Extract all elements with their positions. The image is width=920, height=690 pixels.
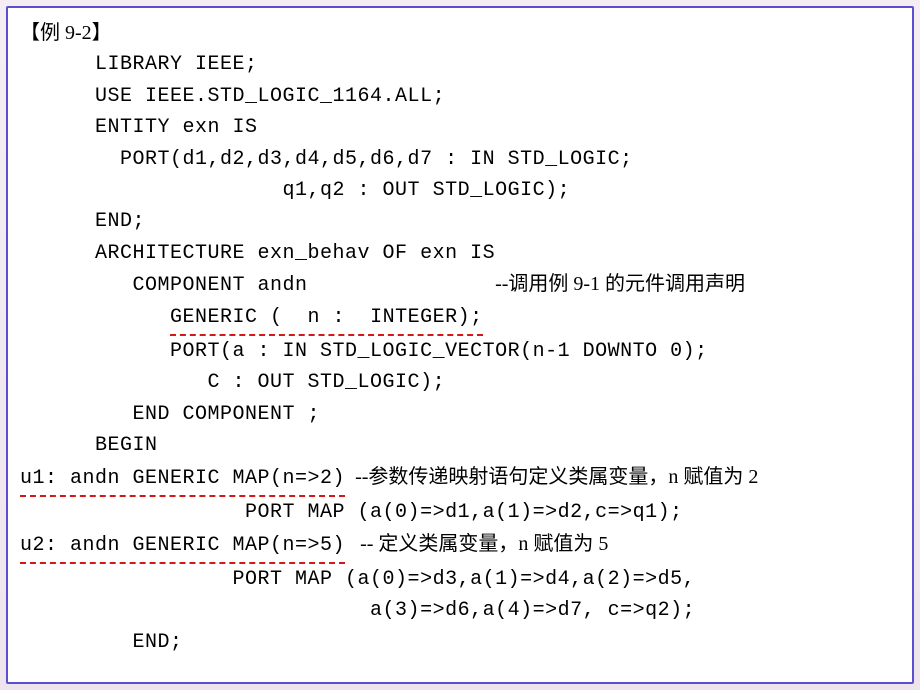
code-line-17: PORT MAP (a(0)=>d3,a(1)=>d4,a(2)=>d5,: [20, 564, 900, 595]
code-line-4: PORT(d1,d2,d3,d4,d5,d6,d7 : IN STD_LOGIC…: [20, 144, 900, 175]
page: 【例 9-2】 LIBRARY IEEE; USE IEEE.STD_LOGIC…: [0, 0, 920, 690]
code-line-13: BEGIN: [20, 430, 900, 461]
generic-decl-underlined: GENERIC ( n : INTEGER);: [170, 302, 483, 336]
code-line-12: END COMPONENT ;: [20, 399, 900, 430]
sheet: 【例 9-2】 LIBRARY IEEE; USE IEEE.STD_LOGIC…: [6, 6, 914, 684]
code-line-6: END;: [20, 206, 900, 237]
code-line-11: C : OUT STD_LOGIC);: [20, 367, 900, 398]
code-line-15: PORT MAP (a(0)=>d1,a(1)=>d2,c=>q1);: [20, 497, 900, 528]
code-line-5: q1,q2 : OUT STD_LOGIC);: [20, 175, 900, 206]
code-line-10: PORT(a : IN STD_LOGIC_VECTOR(n-1 DOWNTO …: [20, 336, 900, 367]
code-line-18: a(3)=>d6,a(4)=>d7, c=>q2);: [20, 595, 900, 626]
example-title: 【例 9-2】: [20, 22, 112, 44]
comment-cn: -- 定义类属变量，n 赋值为 5: [345, 529, 608, 560]
code-line-14: u1: andn GENERIC MAP(n=>2) --参数传递映射语句定义类…: [20, 462, 900, 497]
code-line-16: u2: andn GENERIC MAP(n=>5) -- 定义类属变量，n 赋…: [20, 529, 900, 564]
code-line-1: LIBRARY IEEE;: [20, 49, 900, 80]
u1-generic-map-underlined: u1: andn GENERIC MAP(n=>2): [20, 463, 345, 497]
code-line-2: USE IEEE.STD_LOGIC_1164.ALL;: [20, 81, 900, 112]
code-line-19: END;: [20, 627, 900, 658]
code-seg: COMPONENT andn: [20, 270, 495, 301]
code-line-3: ENTITY exn IS: [20, 112, 900, 143]
indent: [20, 302, 170, 333]
comment-cn: --调用例 9-1 的元件调用声明: [495, 269, 745, 300]
code-line-9: GENERIC ( n : INTEGER);: [20, 302, 900, 336]
code-line-8: COMPONENT andn --调用例 9-1 的元件调用声明: [20, 269, 900, 301]
u2-generic-map-underlined: u2: andn GENERIC MAP(n=>5): [20, 530, 345, 564]
comment-cn: --参数传递映射语句定义类属变量，n 赋值为 2: [345, 462, 758, 493]
code-line-7: ARCHITECTURE exn_behav OF exn IS: [20, 238, 900, 269]
